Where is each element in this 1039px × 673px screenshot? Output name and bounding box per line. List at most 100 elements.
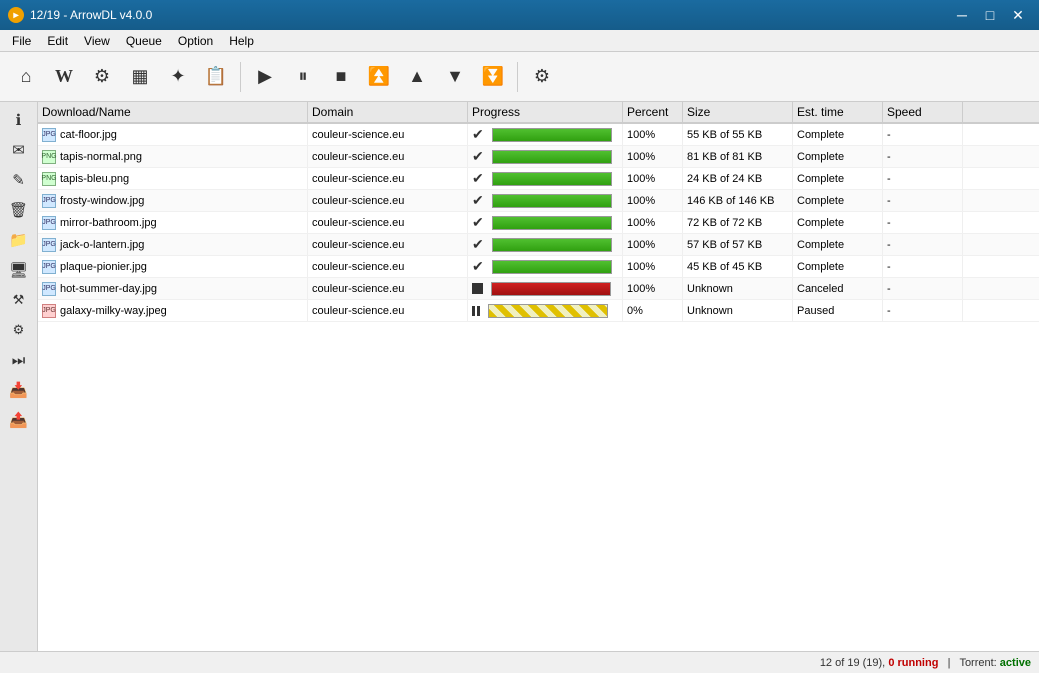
- col-header-size[interactable]: Size: [683, 102, 793, 122]
- menu-item-option[interactable]: Option: [170, 32, 221, 50]
- cell-filename: PNGtapis-normal.png: [38, 146, 308, 167]
- progress-bar-fill: [489, 305, 607, 317]
- cell-progress: ✔: [468, 124, 623, 145]
- cell-size: Unknown: [683, 278, 793, 299]
- file-type-icon: JPG: [42, 260, 56, 274]
- cell-speed: -: [883, 212, 963, 233]
- home-button[interactable]: ⌂: [8, 59, 44, 95]
- sidebar-folder[interactable]: 📁: [5, 226, 33, 254]
- bookmark-button[interactable]: W: [46, 59, 82, 95]
- sidebar-mail[interactable]: ✉: [5, 136, 33, 164]
- table-row[interactable]: JPGfrosty-window.jpgcouleur-science.eu ✔…: [38, 190, 1039, 212]
- table-row[interactable]: JPGplaque-pionier.jpgcouleur-science.eu …: [38, 256, 1039, 278]
- cell-domain: couleur-science.eu: [308, 146, 468, 167]
- cell-progress: ✔: [468, 168, 623, 189]
- menu-item-queue[interactable]: Queue: [118, 32, 170, 50]
- sidebar-tool2[interactable]: ⚙: [5, 316, 33, 344]
- col-header-domain[interactable]: Domain: [308, 102, 468, 122]
- cell-progress: ✔: [468, 234, 623, 255]
- filename-text: frosty-window.jpg: [60, 195, 144, 207]
- progress-check-icon: ✔: [472, 258, 484, 275]
- col-header-progress[interactable]: Progress: [468, 102, 623, 122]
- minimize-button[interactable]: ─: [949, 5, 975, 25]
- progress-bar-fill: [492, 283, 610, 295]
- col-header-name[interactable]: Download/Name: [38, 102, 308, 122]
- cell-progress: [468, 278, 623, 299]
- menu-item-file[interactable]: File: [4, 32, 39, 50]
- sidebar-playskip[interactable]: ⏭: [5, 346, 33, 374]
- pause-button[interactable]: ⏸: [285, 59, 321, 95]
- sidebar-tool1[interactable]: ⚒: [5, 286, 33, 314]
- table-header: Download/Name Domain Progress Percent Si…: [38, 102, 1039, 124]
- stop-button[interactable]: ■: [323, 59, 359, 95]
- cell-size: 81 KB of 81 KB: [683, 146, 793, 167]
- progress-bar-fill: [493, 173, 611, 185]
- move-bottom-button[interactable]: ⏬: [475, 59, 511, 95]
- cell-filename: JPGplaque-pionier.jpg: [38, 256, 308, 277]
- title-bar-left: ▸ 12/19 - ArrowDL v4.0.0: [8, 7, 152, 23]
- sidebar-export[interactable]: 📤: [5, 406, 33, 434]
- menu-item-edit[interactable]: Edit: [39, 32, 76, 50]
- cell-percent: 100%: [623, 256, 683, 277]
- cell-filename: JPGcat-floor.jpg: [38, 124, 308, 145]
- table-row[interactable]: PNGtapis-bleu.pngcouleur-science.eu ✔ 10…: [38, 168, 1039, 190]
- cell-esttime: Complete: [793, 256, 883, 277]
- menu-item-help[interactable]: Help: [221, 32, 262, 50]
- close-button[interactable]: ✕: [1005, 5, 1031, 25]
- sidebar-trash[interactable]: 🗑: [5, 196, 33, 224]
- filename-text: jack-o-lantern.jpg: [60, 239, 144, 251]
- table-row[interactable]: JPGjack-o-lantern.jpgcouleur-science.eu …: [38, 234, 1039, 256]
- sidebar-edit[interactable]: ✎: [5, 166, 33, 194]
- table-row[interactable]: JPGgalaxy-milky-way.jpegcouleur-science.…: [38, 300, 1039, 322]
- sidebar-info[interactable]: ℹ: [5, 106, 33, 134]
- progress-check-icon: ✔: [472, 236, 484, 253]
- cell-filename: JPGmirror-bathroom.jpg: [38, 212, 308, 233]
- cell-esttime: Complete: [793, 234, 883, 255]
- options-button[interactable]: ⚙: [524, 59, 560, 95]
- settings-button[interactable]: ⚙: [84, 59, 120, 95]
- sidebar-import[interactable]: 📥: [5, 376, 33, 404]
- table-row[interactable]: PNGtapis-normal.pngcouleur-science.eu ✔ …: [38, 146, 1039, 168]
- cell-esttime: Complete: [793, 212, 883, 233]
- move-down-button[interactable]: ▼: [437, 59, 473, 95]
- pause-icon: [472, 306, 480, 316]
- progress-bar-fill: [493, 195, 611, 207]
- progress-bar-container: [492, 172, 612, 186]
- menu-item-view[interactable]: View: [76, 32, 118, 50]
- progress-check-icon: ✔: [472, 170, 484, 187]
- move-top-button[interactable]: ⏫: [361, 59, 397, 95]
- progress-bar-fill: [493, 239, 611, 251]
- col-header-percent[interactable]: Percent: [623, 102, 683, 122]
- title-bar-controls: ─ □ ✕: [949, 5, 1031, 25]
- progress-bar-fill: [493, 151, 611, 163]
- cell-progress: [468, 300, 623, 321]
- col-header-esttime[interactable]: Est. time: [793, 102, 883, 122]
- file-type-icon: JPG: [42, 238, 56, 252]
- progress-bar-container: [492, 260, 612, 274]
- table-row[interactable]: JPGcat-floor.jpgcouleur-science.eu ✔ 100…: [38, 124, 1039, 146]
- sidebar-monitor[interactable]: 🖥: [5, 256, 33, 284]
- file-type-icon: JPG: [42, 194, 56, 208]
- progress-bar-container: [492, 216, 612, 230]
- table-row[interactable]: JPGhot-summer-day.jpgcouleur-science.eu …: [38, 278, 1039, 300]
- cell-domain: couleur-science.eu: [308, 124, 468, 145]
- cell-progress: ✔: [468, 190, 623, 211]
- progress-bar-container: [488, 304, 608, 318]
- col-header-speed[interactable]: Speed: [883, 102, 963, 122]
- sidebar: ℹ ✉ ✎ 🗑 📁 🖥 ⚒ ⚙ ⏭ 📥 📤: [0, 102, 38, 651]
- scheduler-button[interactable]: ▦: [122, 59, 158, 95]
- table-body: JPGcat-floor.jpgcouleur-science.eu ✔ 100…: [38, 124, 1039, 651]
- progress-bar-container: [491, 282, 611, 296]
- cell-percent: 100%: [623, 146, 683, 167]
- cell-speed: -: [883, 124, 963, 145]
- cell-speed: -: [883, 300, 963, 321]
- play-button[interactable]: ▶: [247, 59, 283, 95]
- toolbar-sep-2: [517, 62, 518, 92]
- clipboard-button[interactable]: 📋: [198, 59, 234, 95]
- restore-button[interactable]: □: [977, 5, 1003, 25]
- cell-progress: ✔: [468, 146, 623, 167]
- cell-speed: -: [883, 168, 963, 189]
- table-row[interactable]: JPGmirror-bathroom.jpgcouleur-science.eu…: [38, 212, 1039, 234]
- move-up-button[interactable]: ▲: [399, 59, 435, 95]
- magic-button[interactable]: ✦: [160, 59, 196, 95]
